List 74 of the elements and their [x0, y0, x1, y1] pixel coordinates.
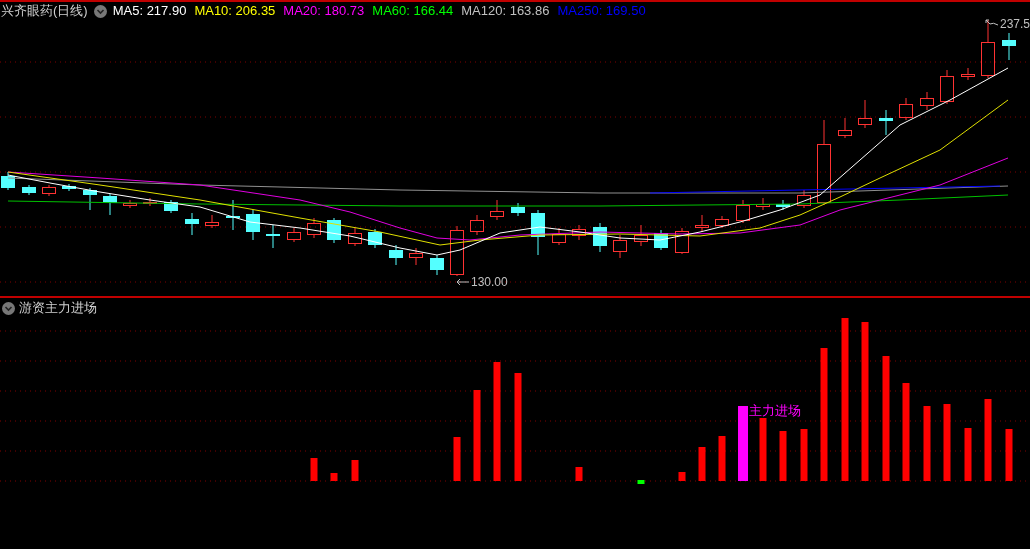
indicator-bar — [964, 428, 972, 481]
candlestick — [368, 228, 382, 249]
candlestick — [736, 199, 750, 224]
candlestick — [1002, 32, 1016, 61]
indicator-bar — [575, 467, 583, 481]
candlestick — [715, 215, 729, 229]
candlestick — [287, 227, 301, 243]
indicator-bar — [637, 480, 645, 484]
candlestick — [22, 184, 36, 196]
indicator-bar — [330, 473, 338, 481]
indicator-bar — [698, 447, 706, 481]
candlestick — [613, 234, 627, 259]
candlestick — [143, 197, 157, 207]
candlestick — [695, 214, 709, 233]
high-price-label: 237.5 — [1000, 17, 1030, 31]
candlestick — [409, 247, 423, 266]
indicator-title: 游资主力进场 — [19, 300, 97, 316]
candlestick — [899, 97, 913, 121]
moving-average-value: MA250: 169.50 — [557, 3, 646, 19]
candlestick — [797, 189, 811, 209]
candlestick — [185, 212, 199, 236]
candlestick — [226, 199, 240, 231]
indicator-bar — [351, 460, 359, 481]
candlestick — [572, 224, 586, 241]
candlestick — [552, 227, 566, 246]
candlestick — [981, 19, 995, 79]
candlestick — [858, 99, 872, 129]
moving-average-value: MA10: 206.35 — [194, 3, 276, 19]
indicator-bar — [779, 431, 787, 481]
candlestick — [593, 222, 607, 253]
candlestick — [838, 117, 852, 139]
moving-average-value: MA20: 180.73 — [283, 3, 365, 19]
candlestick — [164, 199, 178, 214]
candlestick — [940, 69, 954, 105]
candlestick — [490, 199, 504, 221]
candlestick — [430, 254, 444, 276]
dropdown-icon[interactable] — [93, 4, 107, 18]
candlestick — [389, 244, 403, 266]
candlestick — [634, 224, 648, 247]
candlestick — [246, 209, 260, 241]
candlestick — [920, 91, 934, 111]
dropdown-icon[interactable] — [2, 301, 15, 315]
candlestick — [675, 227, 689, 255]
candlestick — [470, 214, 484, 236]
indicator-bar — [1005, 429, 1013, 481]
indicator-bar — [718, 436, 726, 481]
arrow-icon — [456, 278, 470, 286]
candlestick — [348, 227, 362, 247]
candlestick — [961, 67, 975, 81]
moving-average-value: MA60: 166.44 — [372, 3, 454, 19]
candlestick — [103, 193, 117, 216]
candlestick — [511, 202, 525, 217]
candlestick — [1, 171, 15, 191]
low-price-label: 130.00 — [471, 275, 508, 289]
candlestick — [123, 199, 137, 209]
candlestick — [205, 214, 219, 229]
candlestick — [266, 224, 280, 249]
candlestick — [531, 209, 545, 256]
indicator-bar — [800, 429, 808, 481]
indicator-bar — [678, 472, 686, 481]
chart-title: 兴齐眼药(日线) — [1, 3, 88, 19]
candlestick — [756, 197, 770, 211]
moving-average-value: MA5: 217.90 — [112, 3, 187, 19]
candlestick — [307, 217, 321, 239]
candlestick — [83, 187, 97, 211]
candlestick — [879, 109, 893, 136]
indicator-bar — [453, 437, 461, 481]
indicator-bar — [310, 458, 318, 481]
signal-label: 主力进场 — [749, 403, 801, 418]
candlestick — [62, 183, 76, 192]
candlestick — [776, 199, 790, 211]
candlestick — [42, 184, 56, 197]
candlestick — [450, 225, 464, 277]
moving-average-value: MA120: 163.86 — [461, 3, 550, 19]
